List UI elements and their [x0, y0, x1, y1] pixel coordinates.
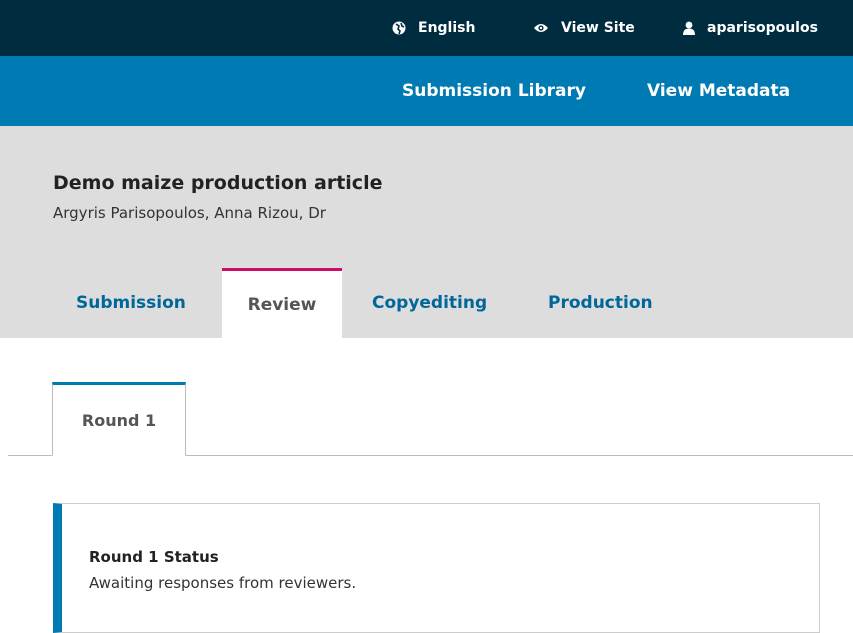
submission-authors: Argyris Parisopoulos, Anna Rizou, Dr	[53, 204, 326, 222]
round-status-text: Awaiting responses from reviewers.	[89, 574, 357, 592]
tab-round-1[interactable]: Round 1	[52, 382, 186, 456]
eye-icon	[534, 24, 548, 32]
user-menu[interactable]: aparisopoulos	[683, 0, 818, 56]
main-nav-bar: Submission Library View Metadata	[0, 56, 853, 126]
user-label: aparisopoulos	[707, 20, 818, 36]
view-site-link[interactable]: View Site	[533, 0, 635, 56]
globe-icon	[392, 21, 406, 35]
tab-copyediting[interactable]: Copyediting	[352, 268, 512, 338]
tab-submission[interactable]: Submission	[53, 268, 213, 338]
top-utility-bar: English View Site aparisopoulos	[0, 0, 853, 56]
submission-library-link[interactable]: Submission Library	[402, 56, 586, 126]
round-status-panel: Round 1 Status Awaiting responses from r…	[53, 503, 820, 633]
submission-title: Demo maize production article	[53, 172, 383, 194]
view-metadata-link[interactable]: View Metadata	[647, 56, 790, 126]
submission-header: Demo maize production article Argyris Pa…	[0, 126, 853, 338]
language-menu[interactable]: English	[392, 0, 475, 56]
tab-review[interactable]: Review	[222, 268, 342, 338]
tab-production[interactable]: Production	[528, 268, 688, 338]
language-label: English	[418, 20, 476, 36]
view-site-label: View Site	[561, 20, 635, 36]
round-status-title: Round 1 Status	[89, 548, 219, 566]
user-icon	[683, 21, 695, 35]
